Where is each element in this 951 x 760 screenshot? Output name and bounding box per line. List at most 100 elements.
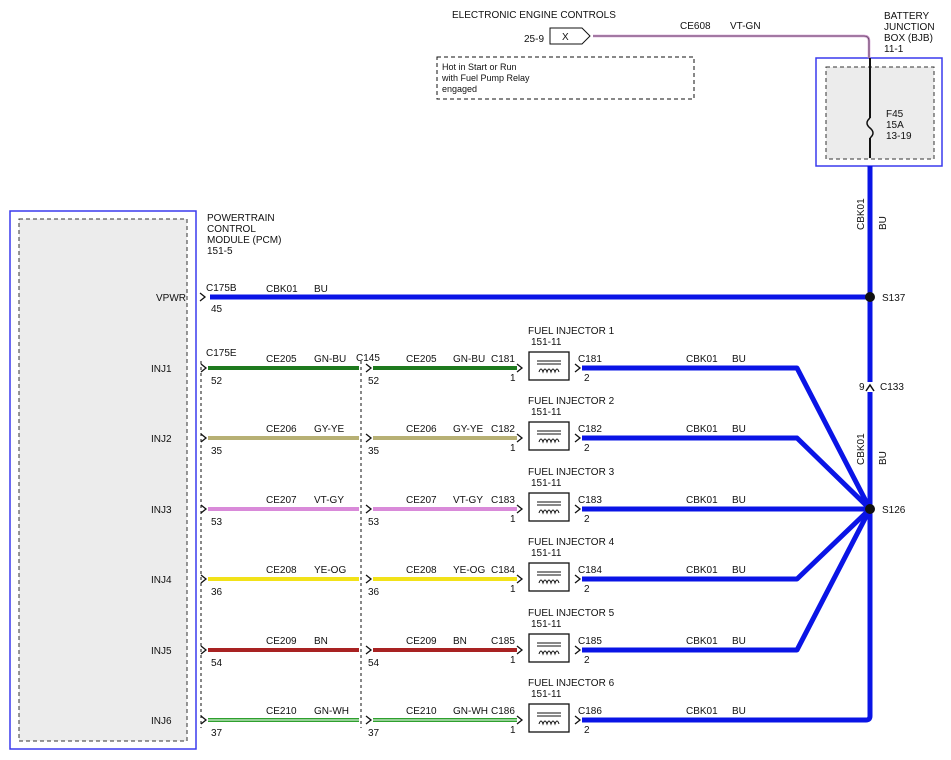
ground-circuit-label: CBK01 [686,495,718,506]
eec-pin: 25-9 [524,34,544,45]
inline-pin-number: 35 [368,446,380,457]
injector-pin-in: 1 [510,584,516,595]
injector-pin-out: 2 [584,514,590,525]
injector-name: FUEL INJECTOR 4 [528,537,615,548]
ground-circuit-label: CBK01 [686,354,718,365]
injector-pin-out: 2 [584,373,590,384]
injector-connector-label: C182 [491,424,515,435]
inline-connector-icon [365,363,373,373]
fuel-injector-icon [528,633,570,663]
pcm-pin-number: 35 [211,446,223,457]
pcm-pin-number: 53 [211,517,223,528]
pcm-title-2: CONTROL [207,224,256,235]
fuse-label-2: 15A [886,120,904,131]
inline-connector-icon [365,504,373,514]
vpwr-circuit: CBK01 [266,284,298,295]
injector-connector-label: C184 [491,565,515,576]
vpwr-pin: 45 [211,304,223,315]
eec-connector-tag [549,27,591,45]
signal-circuit-label: CE208 [406,565,437,576]
fuse-label-1: F45 [886,109,904,120]
injector-pin-out: 2 [584,725,590,736]
injector-connector-icon [574,574,582,584]
signal-color-label: GY-YE [453,424,484,435]
signal-color-label: GN-WH [314,706,349,717]
injector-connector-label: C186 [491,706,515,717]
injector-name: FUEL INJECTOR 3 [528,467,615,478]
splice-s137-label: S137 [882,293,906,304]
pcm-connector-icon [200,645,208,655]
injector-connector-label: C185 [491,636,515,647]
ground-color-label: BU [732,636,746,647]
pcm-connector-icon [200,504,208,514]
injector-connector-icon [516,433,524,443]
pcm-pin-number: 37 [211,728,223,739]
signal-color-label: GY-YE [314,424,345,435]
inline-connector-icon [365,715,373,725]
fuse-label-3: 13-19 [886,131,912,142]
injector-connector-icon [516,504,524,514]
inline-pin-number: 54 [368,658,380,669]
injector-connector-icon [516,645,524,655]
eec-connector-symbol: X [562,32,569,43]
vpwr-color: BU [314,284,328,295]
eec-circuit: CE608 [680,21,711,32]
pcm-title-3: MODULE (PCM) [207,235,281,246]
injector-part-ref: 151-11 [531,619,562,630]
injector-pin-out: 2 [584,655,590,666]
fuel-injector-icon [528,562,570,592]
injector-part-ref: 151-11 [531,689,562,700]
pcm-pin-label: INJ3 [151,505,172,516]
bus-lower-circuit: CBK01 [856,433,867,465]
inline-pin-number: 53 [368,517,380,528]
signal-color-label: YE-OG [453,565,485,576]
injector-part-ref: 151-11 [531,337,562,348]
injector-name: FUEL INJECTOR 6 [528,678,615,689]
pcm-connector-icon [200,363,208,373]
fuel-injector-icon [528,351,570,381]
inline-connector-icon [365,645,373,655]
injector-connector-label: C181 [578,354,602,365]
signal-circuit-label: CE207 [406,495,437,506]
inline-connector-icon [365,433,373,443]
pcm-pin-label: INJ1 [151,364,172,375]
bjb-title-3: BOX (BJB) [884,33,933,44]
signal-circuit-label: CE210 [266,706,297,717]
injector-name: FUEL INJECTOR 5 [528,608,615,619]
eec-note-3: engaged [442,84,477,94]
signal-color-label: BN [314,636,328,647]
ground-wire [582,435,872,511]
vpwr-label: VPWR [156,293,186,304]
pcm-pin-number: 52 [211,376,223,387]
injector-connector-icon [516,715,524,725]
signal-circuit-label: CE209 [266,636,297,647]
pcm-title-4: 151-5 [207,246,233,257]
pcm-pin-label: INJ2 [151,434,172,445]
bjb-title-1: BATTERY [884,11,930,22]
bus-upper-circuit: CBK01 [856,198,867,230]
bjb-title-4: 11-1 [884,44,904,55]
injector-connector-label: C182 [578,424,602,435]
pcm-pin-label: INJ6 [151,716,172,727]
injector-connector-label: C183 [578,495,602,506]
bjb-title-2: JUNCTION [884,22,935,33]
injector-connector-label: C181 [491,354,515,365]
bus-upper-color: BU [878,216,889,230]
injector-connector-icon [574,363,582,373]
signal-circuit-label: CE208 [266,565,297,576]
c133-label: C133 [880,382,904,393]
ground-color-label: BU [732,424,746,435]
vt-gn-wire-core [593,35,870,58]
wiring-diagram: POWERTRAIN CONTROL MODULE (PCM) 151-5 BA… [9,10,943,750]
fuel-injector-icon [528,703,570,733]
ground-color-label: BU [732,706,746,717]
ground-circuit-label: CBK01 [686,706,718,717]
injector-part-ref: 151-11 [531,548,562,559]
pcm-pin-number: 54 [211,658,223,669]
injector-rows: INJ1 52 CE205 GN-BU 52 CE205 GN-BU C181 1 FUEL IN… [151,326,873,739]
bjb-module-inner [825,66,935,160]
injector-name: FUEL INJECTOR 2 [528,396,615,407]
injector-pin-out: 2 [584,584,590,595]
vpwr-connector: C175B [206,283,237,294]
signal-color-label: BN [453,636,467,647]
